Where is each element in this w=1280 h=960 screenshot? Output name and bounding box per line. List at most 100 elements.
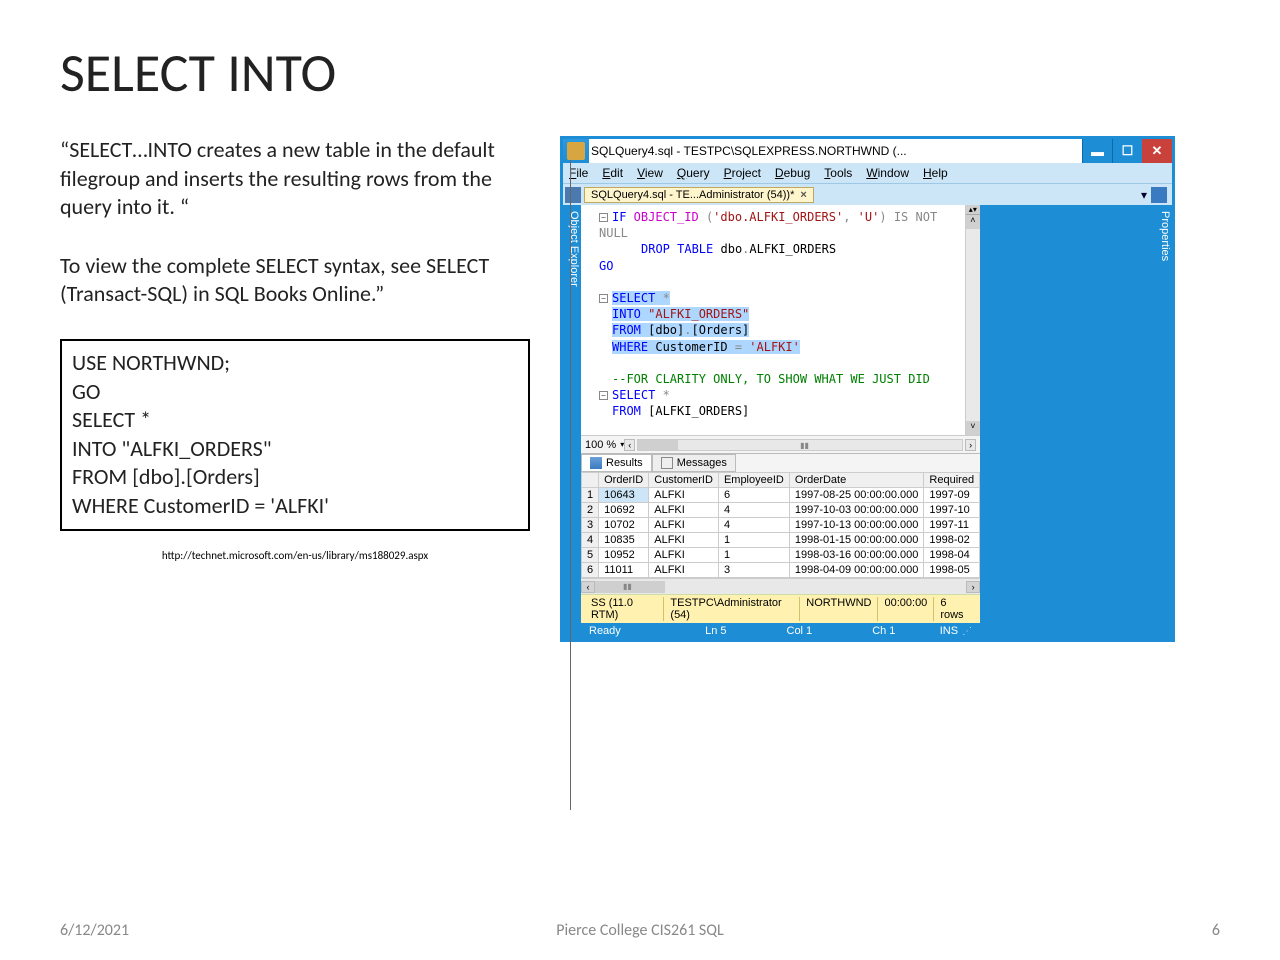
document-tab[interactable]: SQLQuery4.sql - TE...Administrator (54))… — [584, 187, 814, 203]
app-status-bar: Ready Ln 5 Col 1 Ch 1 INS ⋰ — [581, 623, 980, 639]
col-employeeid[interactable]: EmployeeID — [718, 473, 789, 488]
fold-icon[interactable]: − — [599, 213, 608, 222]
scroll-down-icon[interactable]: ˅ — [966, 421, 980, 435]
results-horizontal-scrollbar[interactable]: ‹ ▮▮ › — [581, 578, 980, 594]
toolbar-icon-2[interactable] — [1151, 187, 1167, 203]
hscroll-right-icon[interactable]: › — [965, 439, 976, 451]
menu-bar: File Edit View Query Project Debug Tools… — [563, 163, 1172, 183]
split-handle[interactable]: ▴▾ — [966, 205, 980, 215]
table-row[interactable]: 310702ALFKI41997-10-13 00:00:00.0001997-… — [582, 518, 980, 533]
messages-tab[interactable]: Messages — [652, 454, 736, 472]
resize-grip-icon[interactable]: ⋰ — [958, 626, 972, 637]
cell[interactable]: 11011 — [599, 563, 649, 578]
status-time: 00:00:00 — [878, 597, 934, 621]
col-orderid[interactable]: OrderID — [599, 473, 649, 488]
cell[interactable]: 1998-05 — [924, 563, 980, 578]
minimize-button[interactable]: ▬ — [1082, 139, 1112, 163]
menu-view[interactable]: View — [637, 166, 663, 180]
editor-horizontal-scrollbar[interactable]: ▮▮ — [637, 439, 963, 451]
object-explorer-tab[interactable]: Object Explorer — [563, 205, 581, 639]
fold-icon[interactable]: − — [599, 294, 608, 303]
results-tab[interactable]: Results — [581, 454, 652, 472]
cell[interactable]: 3 — [718, 563, 789, 578]
cell[interactable]: 1997-10-13 00:00:00.000 — [789, 518, 924, 533]
table-row[interactable]: 210692ALFKI41997-10-03 00:00:00.0001997-… — [582, 503, 980, 518]
cell[interactable]: 1997-09 — [924, 488, 980, 503]
editor-vertical-scrollbar[interactable]: ▴▾ ˄ ˅ — [965, 205, 980, 435]
properties-tab[interactable]: Properties — [980, 205, 1172, 639]
close-button[interactable]: ✕ — [1142, 139, 1172, 163]
cell[interactable]: ALFKI — [649, 533, 719, 548]
menu-help[interactable]: Help — [923, 166, 948, 180]
status-user: TESTPC\Administrator (54) — [664, 597, 800, 621]
status-line: Ln 5 — [705, 625, 726, 637]
cell[interactable]: 10835 — [599, 533, 649, 548]
cell[interactable]: 1998-01-15 00:00:00.000 — [789, 533, 924, 548]
grid-header-row: OrderID CustomerID EmployeeID OrderDate … — [582, 473, 980, 488]
cell[interactable]: 6 — [582, 563, 599, 578]
cell[interactable]: ALFKI — [649, 503, 719, 518]
cell[interactable]: ALFKI — [649, 548, 719, 563]
editor-zoom-bar: 100 %▾ ‹ ▮▮ › — [581, 435, 980, 453]
column-divider — [570, 160, 571, 810]
menu-project[interactable]: Project — [724, 166, 761, 180]
cell[interactable]: 4 — [718, 518, 789, 533]
cell[interactable]: 1997-11 — [924, 518, 980, 533]
toolbar-icon[interactable] — [565, 187, 581, 203]
hscroll-right-icon[interactable]: › — [966, 581, 980, 593]
table-row[interactable]: 410835ALFKI11998-01-15 00:00:00.0001998-… — [582, 533, 980, 548]
cell[interactable]: ALFKI — [649, 518, 719, 533]
col-required[interactable]: Required — [924, 473, 980, 488]
tab-overflow-icon[interactable]: ▾ — [1137, 188, 1151, 202]
table-row[interactable]: 611011ALFKI31998-04-09 00:00:00.0001998-… — [582, 563, 980, 578]
cell[interactable]: ALFKI — [649, 563, 719, 578]
results-grid[interactable]: OrderID CustomerID EmployeeID OrderDate … — [581, 472, 980, 578]
col-customerid[interactable]: CustomerID — [649, 473, 719, 488]
cell[interactable]: 1 — [582, 488, 599, 503]
description-para-1: “SELECT…INTO creates a new table in the … — [60, 136, 530, 222]
menu-window[interactable]: Window — [866, 166, 909, 180]
cell[interactable]: 10702 — [599, 518, 649, 533]
cell[interactable]: 1997-10 — [924, 503, 980, 518]
menu-query[interactable]: Query — [677, 166, 710, 180]
cell[interactable]: 1998-02 — [924, 533, 980, 548]
hscroll-left-icon[interactable]: ‹ — [581, 581, 595, 593]
table-row[interactable]: 510952ALFKI11998-03-16 00:00:00.0001998-… — [582, 548, 980, 563]
zoom-level[interactable]: 100 % — [585, 439, 620, 451]
table-row[interactable]: 110643ALFKI61997-08-25 00:00:00.0001997-… — [582, 488, 980, 503]
tab-close-icon[interactable]: × — [800, 189, 806, 201]
sql-editor[interactable]: −IF OBJECT_ID ('dbo.ALFKI_ORDERS', 'U') … — [581, 205, 965, 435]
cell[interactable]: 10952 — [599, 548, 649, 563]
cell[interactable]: 4 — [582, 533, 599, 548]
window-titlebar[interactable]: SQLQuery4.sql - TESTPC\SQLEXPRESS.NORTHW… — [563, 139, 1172, 163]
cell[interactable]: 1997-10-03 00:00:00.000 — [789, 503, 924, 518]
cell[interactable]: 1 — [718, 548, 789, 563]
cell[interactable]: 1998-04 — [924, 548, 980, 563]
menu-edit[interactable]: Edit — [602, 166, 623, 180]
maximize-button[interactable]: ☐ — [1112, 139, 1142, 163]
menu-file[interactable]: File — [569, 166, 588, 180]
cell[interactable]: 1998-03-16 00:00:00.000 — [789, 548, 924, 563]
menu-debug[interactable]: Debug — [775, 166, 810, 180]
status-col: Col 1 — [787, 625, 813, 637]
cell[interactable]: 3 — [582, 518, 599, 533]
footer-course: Pierce College CIS261 SQL — [556, 921, 724, 940]
grid-corner — [582, 473, 599, 488]
menu-tools[interactable]: Tools — [824, 166, 852, 180]
cell[interactable]: 2 — [582, 503, 599, 518]
cell[interactable]: 10643 — [599, 488, 649, 503]
cell[interactable]: 5 — [582, 548, 599, 563]
scroll-up-icon[interactable]: ˄ — [966, 215, 980, 229]
cell[interactable]: 1 — [718, 533, 789, 548]
cell[interactable]: 10692 — [599, 503, 649, 518]
query-status-bar: SS (11.0 RTM) TESTPC\Administrator (54) … — [581, 594, 980, 623]
cell[interactable]: 1998-04-09 00:00:00.000 — [789, 563, 924, 578]
cell[interactable]: 6 — [718, 488, 789, 503]
col-orderdate[interactable]: OrderDate — [789, 473, 924, 488]
grid-icon — [590, 457, 602, 469]
hscroll-left-icon[interactable]: ‹ — [624, 439, 635, 451]
cell[interactable]: 1997-08-25 00:00:00.000 — [789, 488, 924, 503]
cell[interactable]: 4 — [718, 503, 789, 518]
fold-icon[interactable]: − — [599, 391, 608, 400]
cell[interactable]: ALFKI — [649, 488, 719, 503]
